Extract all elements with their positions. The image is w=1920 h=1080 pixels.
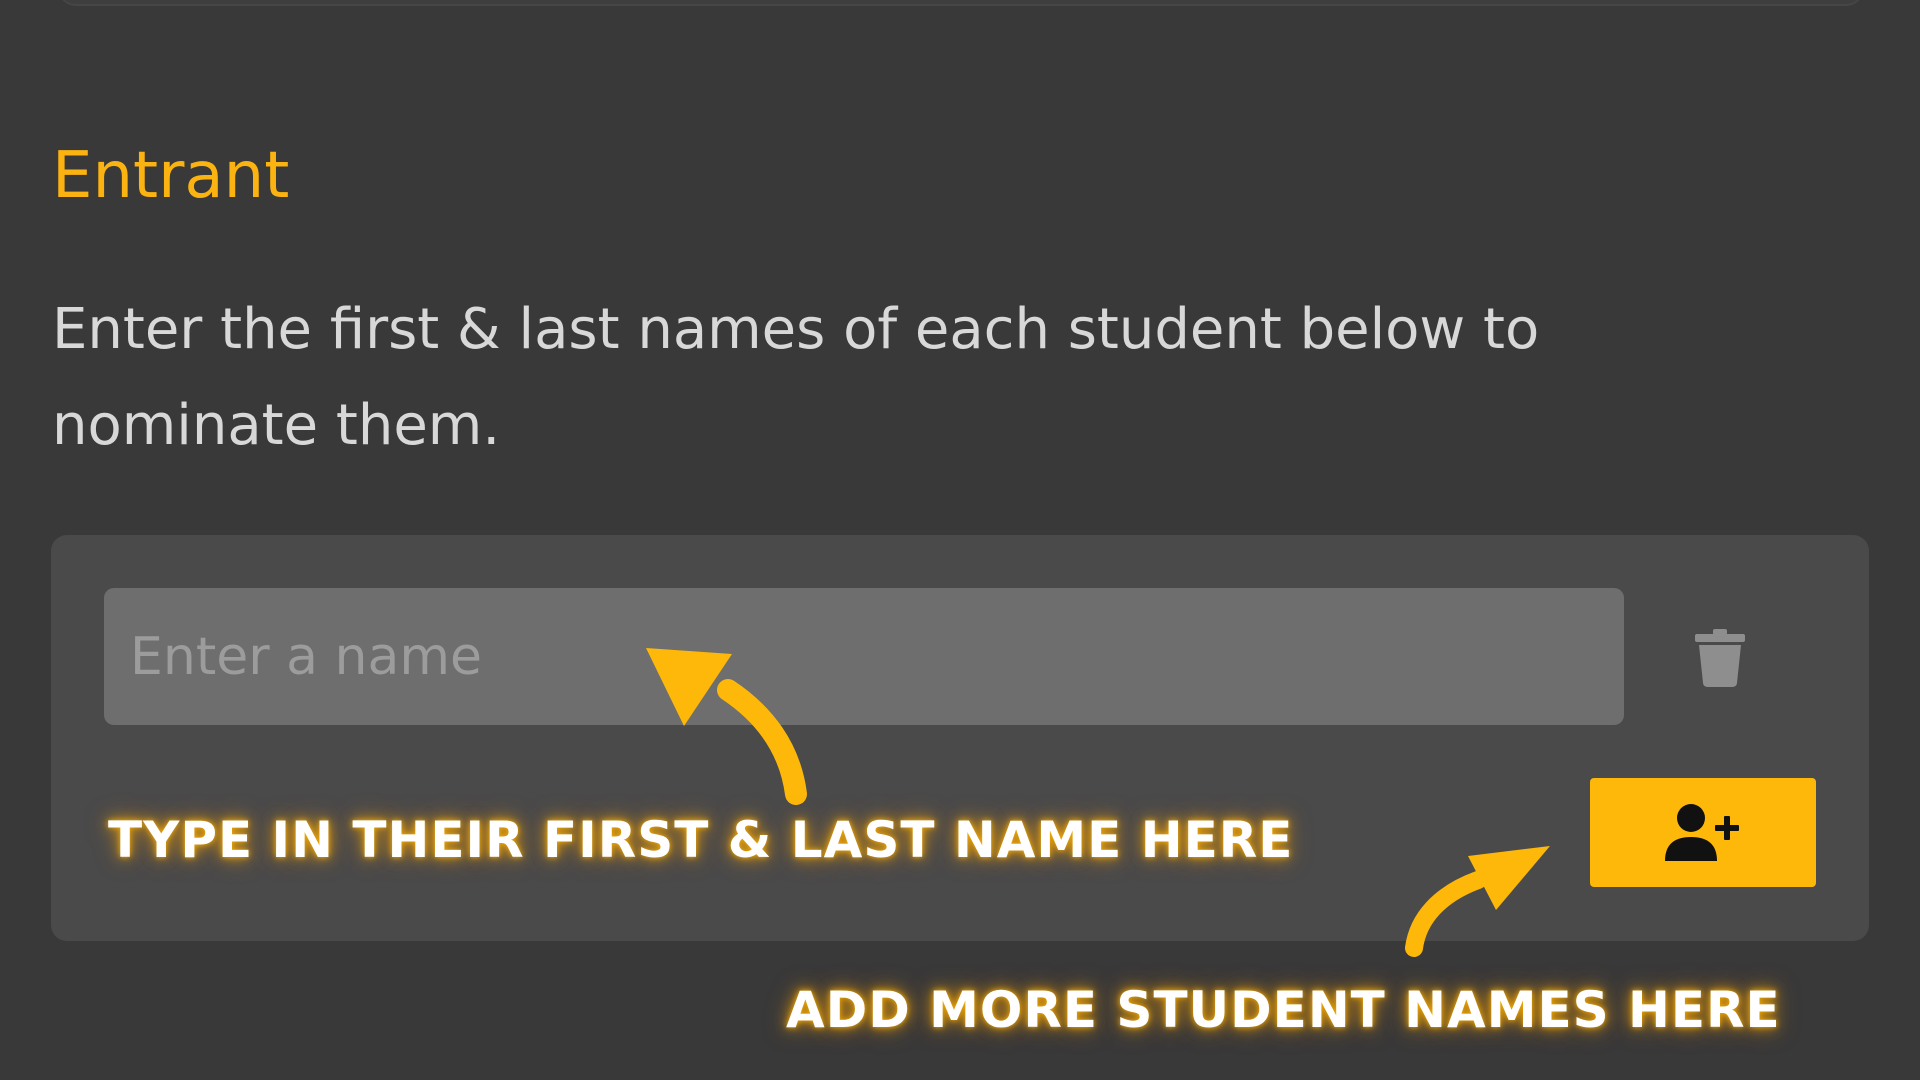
previous-section-card [58, 0, 1864, 4]
entrant-page: Entrant Enter the first & last names of … [0, 0, 1920, 1080]
arrow-to-input-icon [646, 648, 807, 805]
add-user-icon [1665, 803, 1739, 861]
trash-icon [1695, 629, 1745, 687]
name-input[interactable] [104, 588, 1624, 725]
delete-entrant-button[interactable] [1680, 616, 1760, 700]
type-name-annotation: TYPE IN THEIR FIRST & LAST NAME HERE [108, 811, 1294, 869]
arrow-to-add-button-icon [1405, 846, 1550, 957]
section-title: Entrant [52, 139, 290, 213]
section-description: Enter the first & last names of each stu… [52, 297, 1540, 458]
add-more-annotation: ADD MORE STUDENT NAMES HERE [786, 981, 1781, 1039]
add-entrant-button[interactable] [1590, 778, 1816, 887]
